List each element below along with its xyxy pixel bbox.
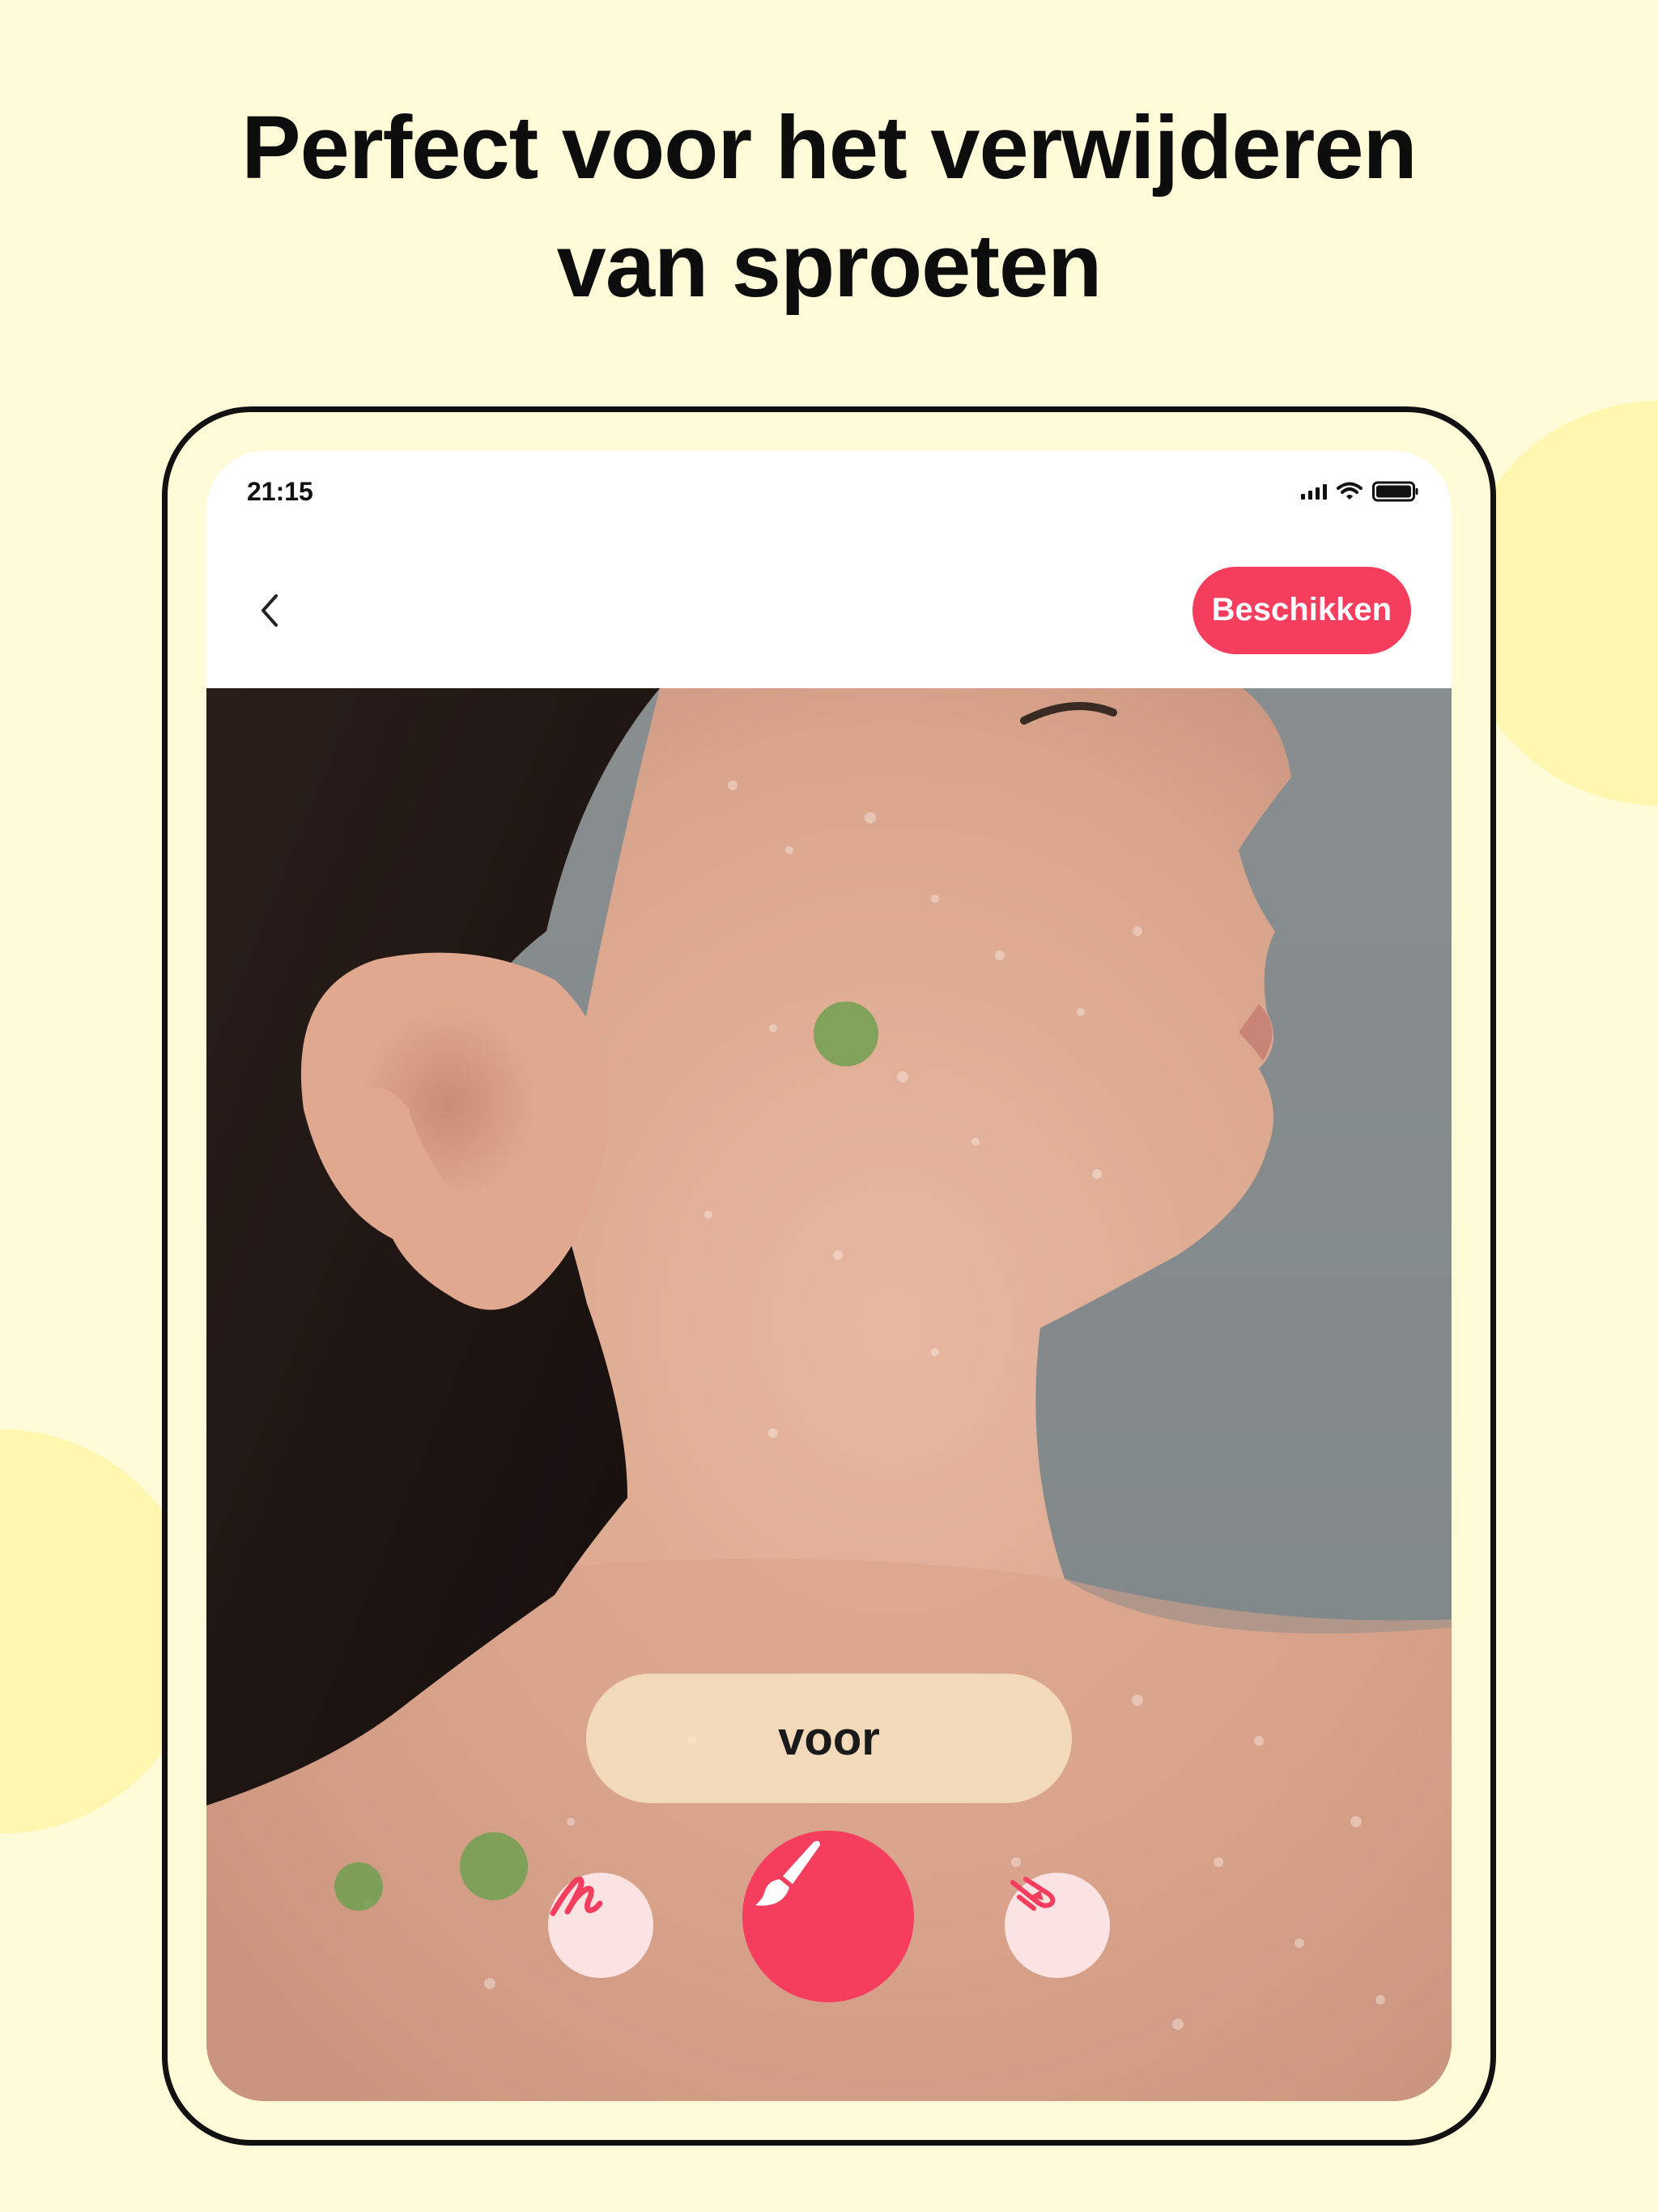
before-label[interactable]: voor — [586, 1674, 1072, 1803]
navigation-bar: Beschikken — [206, 532, 1452, 688]
scribble-icon — [550, 1876, 603, 1916]
freckle-marker — [334, 1862, 383, 1911]
headline-line-1: Perfect voor het verwijderen — [241, 98, 1417, 198]
app-screenshot: Perfect voor het verwijderen van sproete… — [0, 0, 1658, 2212]
chevron-left-icon — [261, 593, 278, 627]
back-button[interactable] — [245, 586, 294, 635]
page-headline: Perfect voor het verwijderen van sproete… — [0, 89, 1658, 325]
status-icons — [1301, 481, 1419, 502]
headline-line-2: van sproeten — [556, 216, 1103, 316]
freckle-marker — [460, 1832, 528, 1900]
eraser-icon — [1010, 1877, 1056, 1911]
draw-tool-button[interactable] — [548, 1873, 653, 1978]
freckle-marker — [814, 1002, 878, 1066]
apply-button[interactable]: Beschikken — [1192, 566, 1411, 654]
status-bar: 21:15 — [206, 451, 1452, 532]
battery-icon — [1372, 481, 1418, 502]
photo-canvas[interactable]: voor — [206, 688, 1452, 2101]
brush-tool-button[interactable] — [742, 1831, 914, 2002]
status-time: 21:15 — [247, 476, 313, 506]
eraser-tool-button[interactable] — [1005, 1873, 1110, 1978]
wifi-icon — [1337, 482, 1363, 500]
paintbrush-icon — [755, 1840, 820, 1906]
signal-icon — [1301, 483, 1327, 500]
app-screen: 21:15 Beschikken voor — [206, 451, 1452, 2101]
